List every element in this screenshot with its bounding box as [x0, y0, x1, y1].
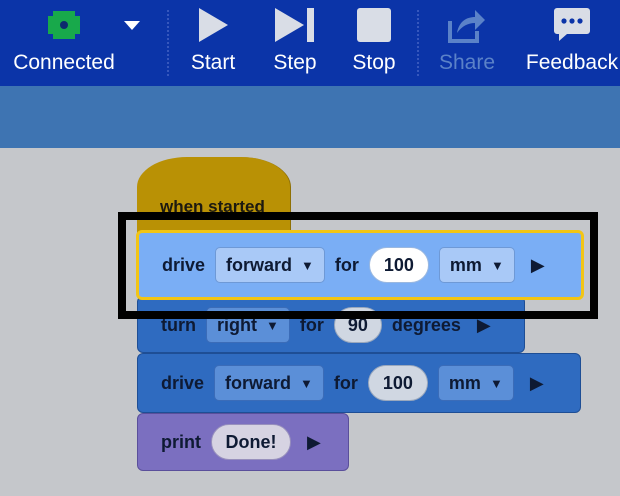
drive-block-label: drive	[161, 372, 205, 393]
device-icon	[47, 0, 81, 50]
drive-unit-dropdown[interactable]: mm ▼	[438, 247, 515, 283]
drive-block-selected[interactable]: drive forward ▼ for 100 mm ▼ ▶	[136, 230, 584, 300]
drive-for-label: for	[334, 254, 359, 275]
play-icon	[197, 0, 229, 50]
step-icon	[273, 0, 317, 50]
turn-unit-label: degrees	[391, 314, 461, 335]
print-text-value: Done!	[225, 431, 277, 452]
turn-block[interactable]: turn right ▼ for 90 degrees ▶	[137, 296, 525, 353]
print-block[interactable]: print Done! ▶	[137, 413, 349, 471]
drive-unit-value: mm	[449, 254, 482, 275]
step-label: Step	[273, 51, 317, 74]
stop-label: Stop	[352, 51, 396, 74]
turn-block-label: turn	[161, 314, 196, 335]
drive-distance-input[interactable]: 100	[368, 247, 429, 283]
drive-for-label: for	[333, 372, 358, 393]
drive-unit-value: mm	[448, 372, 481, 393]
drive-direction-value: forward	[226, 254, 293, 275]
print-block-label: print	[161, 431, 201, 452]
share-label: Share	[438, 51, 496, 74]
caret-down-icon	[123, 0, 141, 50]
drive-block-label: drive	[162, 254, 206, 275]
drive-unit-dropdown[interactable]: mm ▼	[437, 365, 514, 401]
feedback-button[interactable]: Feedback	[524, 0, 620, 86]
drive-direction-value: forward	[225, 372, 292, 393]
run-block-icon[interactable]: ▶	[530, 373, 544, 394]
caret-down-icon: ▼	[490, 257, 504, 273]
step-button[interactable]: Step	[262, 0, 328, 86]
caret-down-icon: ▼	[301, 257, 314, 273]
share-icon	[447, 0, 487, 50]
turn-angle-value: 90	[347, 314, 368, 335]
toolbar: Connected Start Step Stop Share Feedback	[0, 0, 620, 86]
device-menu-button[interactable]	[118, 0, 146, 86]
drive-direction-dropdown[interactable]: forward ▼	[214, 365, 324, 401]
toolbar-separator	[417, 10, 419, 76]
run-block-icon[interactable]: ▶	[307, 432, 321, 453]
stop-button[interactable]: Stop	[342, 0, 406, 86]
start-label: Start	[190, 51, 236, 74]
turn-for-label: for	[299, 314, 324, 335]
toolbar-separator	[167, 10, 169, 76]
caret-down-icon: ▼	[266, 317, 279, 333]
turn-direction-value: right	[217, 314, 257, 335]
print-text-input[interactable]: Done!	[211, 424, 291, 460]
start-button[interactable]: Start	[180, 0, 246, 86]
when-started-label: when started	[160, 197, 265, 216]
caret-down-icon: ▼	[300, 375, 313, 391]
feedback-icon	[553, 0, 591, 50]
turn-direction-dropdown[interactable]: right ▼	[206, 307, 290, 343]
run-block-icon[interactable]: ▶	[531, 255, 545, 276]
stop-icon	[356, 0, 392, 50]
workspace-header-bar	[0, 86, 620, 148]
drive-distance-value: 100	[382, 372, 413, 393]
device-connection-label: Connected	[13, 51, 115, 74]
drive-direction-dropdown[interactable]: forward ▼	[215, 247, 325, 283]
turn-angle-input[interactable]: 90	[333, 307, 382, 343]
drive-distance-value: 100	[383, 254, 414, 275]
device-connection-button[interactable]: Connected	[8, 0, 120, 86]
share-button[interactable]: Share	[434, 0, 500, 86]
drive-block[interactable]: drive forward ▼ for 100 mm ▼ ▶	[137, 353, 581, 413]
drive-distance-input[interactable]: 100	[367, 365, 428, 401]
run-block-icon[interactable]: ▶	[477, 315, 491, 336]
feedback-label: Feedback	[525, 51, 619, 74]
caret-down-icon: ▼	[489, 375, 503, 391]
